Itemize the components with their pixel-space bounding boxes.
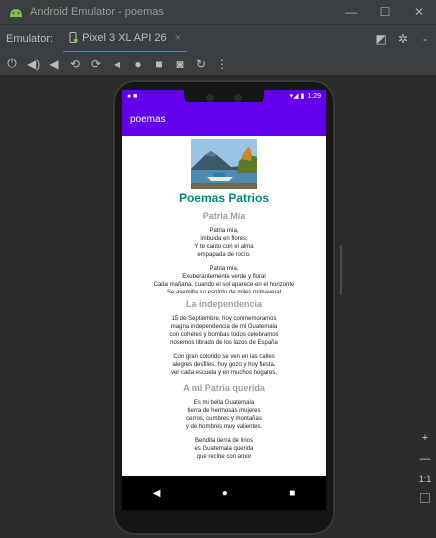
emulator-tabbar: Emulator: Pixel 3 XL API 26 × ◩ ✲ - — [0, 24, 436, 53]
window-titlebar: Android Emulator - poemas — ☐ ✕ — [0, 0, 436, 24]
window-title: Android Emulator - poemas — [30, 6, 164, 18]
poem-line: Bendita tierra de lirios — [194, 438, 254, 444]
poem-title: A mi Patria querida — [183, 383, 265, 393]
poem-line: Con gran colorido se ven en las calles — [173, 354, 275, 360]
status-time: 1:29 — [307, 92, 321, 100]
emulator-controls: ⏻ ◀) ◀ ⟲ ⟳ ◂ ● ■ ◙ ↻ ⋮ — [0, 52, 436, 76]
actual-size-button[interactable]: 1:1 — [419, 474, 432, 484]
fit-screen-icon[interactable] — [420, 493, 430, 503]
lake-landscape-image — [191, 139, 257, 189]
poem-stanza: Bendita tierra de lirios es Guatemala qu… — [122, 437, 326, 461]
poem-line: empapada de rocío. — [197, 252, 251, 258]
overview-icon[interactable]: ■ — [153, 57, 165, 71]
poem-line: ver cada escuela y en muchos hogares, — [170, 370, 278, 376]
poem-line: con cohetes y bombas todos celebramos — [169, 332, 279, 338]
front-camera — [234, 94, 242, 102]
poem-line: y de hombres muy valientes. — [185, 424, 263, 430]
tab-close-icon[interactable]: × — [175, 32, 181, 44]
system-navbar: ◀ ● ■ — [122, 476, 326, 510]
more-options-icon[interactable]: ⋮ — [216, 57, 228, 71]
poem-line: Exuberantemente verde y floral — [182, 274, 266, 280]
zoom-panel: + — 1:1 — [414, 432, 436, 503]
back-icon[interactable]: ◂ — [111, 57, 123, 71]
zoom-out-button[interactable]: — — [420, 453, 431, 465]
volume-down-icon[interactable]: ◀ — [48, 57, 60, 71]
rotate-left-icon[interactable]: ⟲ — [69, 57, 81, 71]
device-screen[interactable]: ● ■ ▾◢ ▮ 1:29 poemas Poemas Patrios Patr… — [122, 90, 326, 510]
poem-line: Patria mía, — [209, 228, 239, 234]
poem-line: imbuida en flores, — [200, 236, 248, 242]
volume-up-icon[interactable]: ◀) — [27, 57, 40, 71]
poem-line: Se asemilla su espíritu de miles primave… — [166, 290, 282, 293]
close-button[interactable]: ✕ — [402, 5, 436, 19]
poem-line: Es mi bella Guatemala — [193, 400, 255, 406]
app-title: poemas — [130, 113, 166, 125]
poem-line: Patria mía, — [209, 266, 239, 272]
page-title: Poemas Patrios — [178, 191, 270, 205]
camera-icon[interactable]: ◙ — [174, 57, 186, 71]
poem-stanza: Patria mía, imbuida en flores, Y te cant… — [122, 227, 326, 259]
zoom-in-button[interactable]: + — [422, 432, 428, 444]
home-icon[interactable]: ● — [132, 57, 144, 71]
gear-icon[interactable]: ✲ — [392, 32, 414, 46]
zoom-icon[interactable]: ↻ — [195, 57, 207, 71]
power-icon[interactable]: ⏻ — [6, 56, 18, 71]
app-bar: poemas — [122, 102, 326, 136]
poem-line: nosemos librado de los lazos de España — [170, 340, 278, 346]
nav-home-button[interactable]: ● — [222, 488, 228, 499]
poem-line: 15 de Septiembre, hoy conmemoramos — [171, 316, 277, 322]
poem-stanza: Patria mía, Exuberantemente verde y flor… — [122, 265, 326, 293]
device-tab-label: Pixel 3 XL API 26 — [82, 31, 167, 44]
poem-line: Y te canto con el alma — [194, 244, 254, 250]
poem-line: cerros, cumbres y montañas — [186, 416, 262, 422]
more-icon[interactable]: - — [414, 32, 436, 46]
phone-icon — [69, 32, 78, 43]
poem-stanza: Es mi bella Guatemala tierra de hermosas… — [122, 399, 326, 431]
nav-back-button[interactable]: ◀ — [153, 488, 161, 499]
device-tab[interactable]: Pixel 3 XL API 26 × — [63, 25, 188, 53]
poem-title: Patria Mía — [202, 211, 246, 221]
poem-line: tierra de hermosas mujeres — [187, 408, 261, 414]
poem-line: es Guatemala querida — [194, 446, 254, 452]
status-left-icons: ● ■ — [127, 92, 138, 100]
status-right-icons: ▾◢ ▮ — [289, 93, 305, 100]
poem-stanza: Con gran colorido se ven en las calles a… — [122, 353, 326, 377]
front-camera — [206, 94, 214, 102]
poem-title: La independencia — [185, 299, 263, 309]
poem-line: alegres desfiles, hoy gozo y hoy fiesta, — [172, 362, 276, 368]
android-icon — [10, 9, 22, 17]
poem-line: que recibe con amor — [196, 454, 252, 460]
nav-recents-button[interactable]: ■ — [289, 488, 295, 499]
snapshot-icon[interactable]: ◩ — [370, 32, 392, 46]
rotate-right-icon[interactable]: ⟳ — [90, 57, 102, 71]
poem-line: magna independencia de mi Guatemala — [170, 324, 278, 330]
poem-stanza: 15 de Septiembre, hoy conmemoramos magna… — [122, 315, 326, 347]
poems-scroll-view[interactable]: Poemas Patrios Patria Mía Patria mía, im… — [122, 136, 326, 476]
emulator-label: Emulator: — [6, 32, 54, 45]
poem-line: Cada mañana, cuando el sol aparece en el… — [153, 282, 295, 288]
minimize-button[interactable]: — — [334, 5, 368, 19]
panel-divider[interactable] — [340, 245, 342, 295]
maximize-button[interactable]: ☐ — [368, 5, 402, 19]
